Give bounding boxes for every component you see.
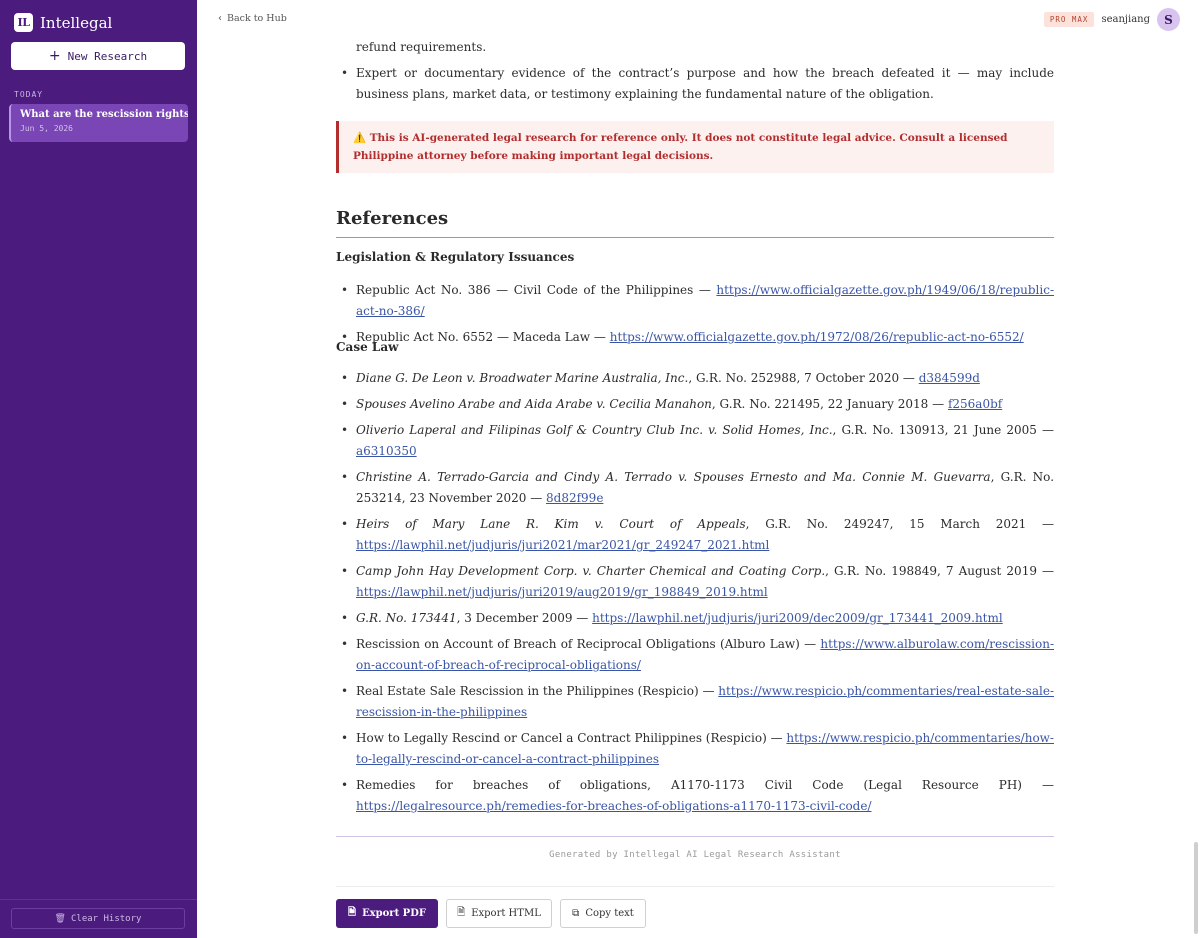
case-link[interactable]: f256a0bf: [948, 397, 1002, 411]
history-item[interactable]: What are the rescission rights ... Jun 5…: [9, 104, 188, 142]
list-item: Expert or documentary evidence of the co…: [336, 63, 1054, 105]
source-text: Remedies for breaches of obligations, A1…: [356, 778, 1054, 792]
plan-badge: PRO MAX: [1043, 12, 1095, 27]
case-law-list: Diane G. De Leon v. Broadwater Marine Au…: [336, 368, 1054, 822]
back-to-hub-label: Back to Hub: [227, 13, 287, 24]
sidebar-divider: [0, 899, 197, 900]
source-item: Real Estate Sale Rescission in the Phili…: [336, 681, 1054, 723]
reference-link[interactable]: https://www.officialgazette.gov.ph/1972/…: [610, 330, 1024, 344]
case-link[interactable]: https://lawphil.net/judjuris/juri2009/de…: [592, 611, 1003, 625]
case-link[interactable]: a6310350: [356, 444, 417, 458]
legislation-item: Republic Act No. 386 — Civil Code of the…: [336, 280, 1054, 322]
case-citation: , G.R. No. 249247, 15 March 2021 —: [745, 517, 1054, 531]
case-item: Christine A. Terrado-Garcia and Cindy A.…: [336, 467, 1054, 509]
case-title: Oliverio Laperal and Filipinas Golf & Co…: [356, 423, 833, 437]
case-item: Camp John Hay Development Corp. v. Chart…: [336, 561, 1054, 603]
case-item: Diane G. De Leon v. Broadwater Marine Au…: [336, 368, 1054, 389]
legislation-text: Republic Act No. 386 — Civil Code of the…: [356, 283, 717, 297]
case-link[interactable]: d384599d: [919, 371, 980, 385]
references-divider: [336, 237, 1054, 238]
case-citation: , 3 December 2009 —: [456, 611, 593, 625]
copy-text-button[interactable]: ⧉ Copy text: [560, 899, 646, 928]
footer-divider: [336, 836, 1054, 837]
case-title: Camp John Hay Development Corp. v. Chart…: [356, 564, 826, 578]
source-item: How to Legally Rescind or Cancel a Contr…: [336, 728, 1054, 770]
user-area: PRO MAX seanjiang S: [1043, 8, 1180, 31]
clear-history-button[interactable]: 🗑 Clear History: [11, 908, 185, 929]
scrollbar-thumb[interactable]: [1194, 842, 1198, 934]
source-item: Remedies for breaches of obligations, A1…: [336, 775, 1054, 817]
brand-logo: IL: [14, 13, 33, 32]
case-item: Spouses Avelino Arabe and Aida Arabe v. …: [336, 394, 1054, 415]
copy-text-label: Copy text: [585, 908, 634, 919]
export-html-label: Export HTML: [471, 908, 541, 919]
case-item: G.R. No. 173441, 3 December 2009 — https…: [336, 608, 1054, 629]
username: seanjiang: [1101, 14, 1150, 25]
case-link[interactable]: 8d82f99e: [546, 491, 603, 505]
chevron-left-icon: ‹: [218, 13, 222, 24]
case-link[interactable]: https://lawphil.net/judjuris/juri2019/au…: [356, 585, 768, 599]
case-title: Spouses Avelino Arabe and Aida Arabe v. …: [356, 397, 712, 411]
case-citation: , G.R. No. 221495, 22 January 2018 —: [711, 397, 948, 411]
ai-disclaimer-warning: ⚠️ This is AI-generated legal research f…: [336, 121, 1054, 173]
footer-divider-2: [336, 886, 1054, 887]
brand-name: Intellegal: [40, 13, 113, 32]
source-link[interactable]: https://legalresource.ph/remedies-for-br…: [356, 799, 872, 813]
source-text: How to Legally Rescind or Cancel a Contr…: [356, 731, 787, 745]
export-pdf-label: Export PDF: [362, 908, 426, 919]
intro-list: Expert or documentary evidence of the co…: [336, 63, 1054, 105]
case-title: Diane G. De Leon v. Broadwater Marine Au…: [356, 371, 689, 385]
plus-icon: +: [48, 48, 61, 64]
source-text: Rescission on Account of Breach of Recip…: [356, 637, 821, 651]
case-link[interactable]: https://lawphil.net/judjuris/juri2021/ma…: [356, 538, 769, 552]
legislation-heading: Legislation & Regulatory Issuances: [336, 250, 575, 264]
history-item-title: What are the rescission rights ...: [20, 109, 188, 120]
case-citation: , G.R. No. 130913, 21 June 2005 —: [832, 423, 1055, 437]
case-title: Heirs of Mary Lane R. Kim v. Court of Ap…: [356, 517, 746, 531]
source-item: Rescission on Account of Breach of Recip…: [336, 634, 1054, 676]
clear-history-label: Clear History: [70, 913, 142, 924]
copy-icon: ⧉: [572, 908, 580, 919]
case-citation: , G.R. No. 198849, 7 August 2019 —: [825, 564, 1055, 578]
export-html-button[interactable]: 🗎 Export HTML: [446, 899, 552, 928]
history-group-label: TODAY: [14, 90, 44, 99]
document-icon: 🗎: [348, 907, 357, 918]
document-icon: 🗎: [457, 907, 466, 918]
case-item: Heirs of Mary Lane R. Kim v. Court of Ap…: [336, 514, 1054, 556]
brand[interactable]: IL Intellegal: [14, 13, 112, 32]
case-title: Christine A. Terrado-Garcia and Cindy A.…: [356, 470, 991, 484]
case-citation: , G.R. No. 252988, 7 October 2020 —: [688, 371, 919, 385]
history-item-date: Jun 5, 2026: [20, 124, 73, 133]
generated-by-text: Generated by Intellegal AI Legal Researc…: [549, 850, 841, 860]
intro-tail: refund requirements.: [356, 40, 487, 54]
legislation-list: Republic Act No. 386 — Civil Code of the…: [336, 280, 1054, 353]
case-title: G.R. No. 173441: [356, 611, 457, 625]
source-text: Real Estate Sale Rescission in the Phili…: [356, 684, 719, 698]
legislation-item: Republic Act No. 6552 — Maceda Law — htt…: [336, 327, 1054, 348]
sidebar: IL Intellegal + New Research TODAY What …: [0, 0, 197, 938]
new-research-button[interactable]: + New Research: [11, 42, 185, 70]
back-to-hub-link[interactable]: ‹ Back to Hub: [218, 13, 287, 24]
new-research-label: New Research: [67, 49, 148, 63]
references-heading: References: [336, 208, 449, 229]
case-item: Oliverio Laperal and Filipinas Golf & Co…: [336, 420, 1054, 462]
avatar[interactable]: S: [1157, 8, 1180, 31]
case-law-heading: Case Law: [336, 340, 399, 354]
trash-icon: 🗑: [54, 913, 66, 924]
export-pdf-button[interactable]: 🗎 Export PDF: [336, 899, 438, 928]
